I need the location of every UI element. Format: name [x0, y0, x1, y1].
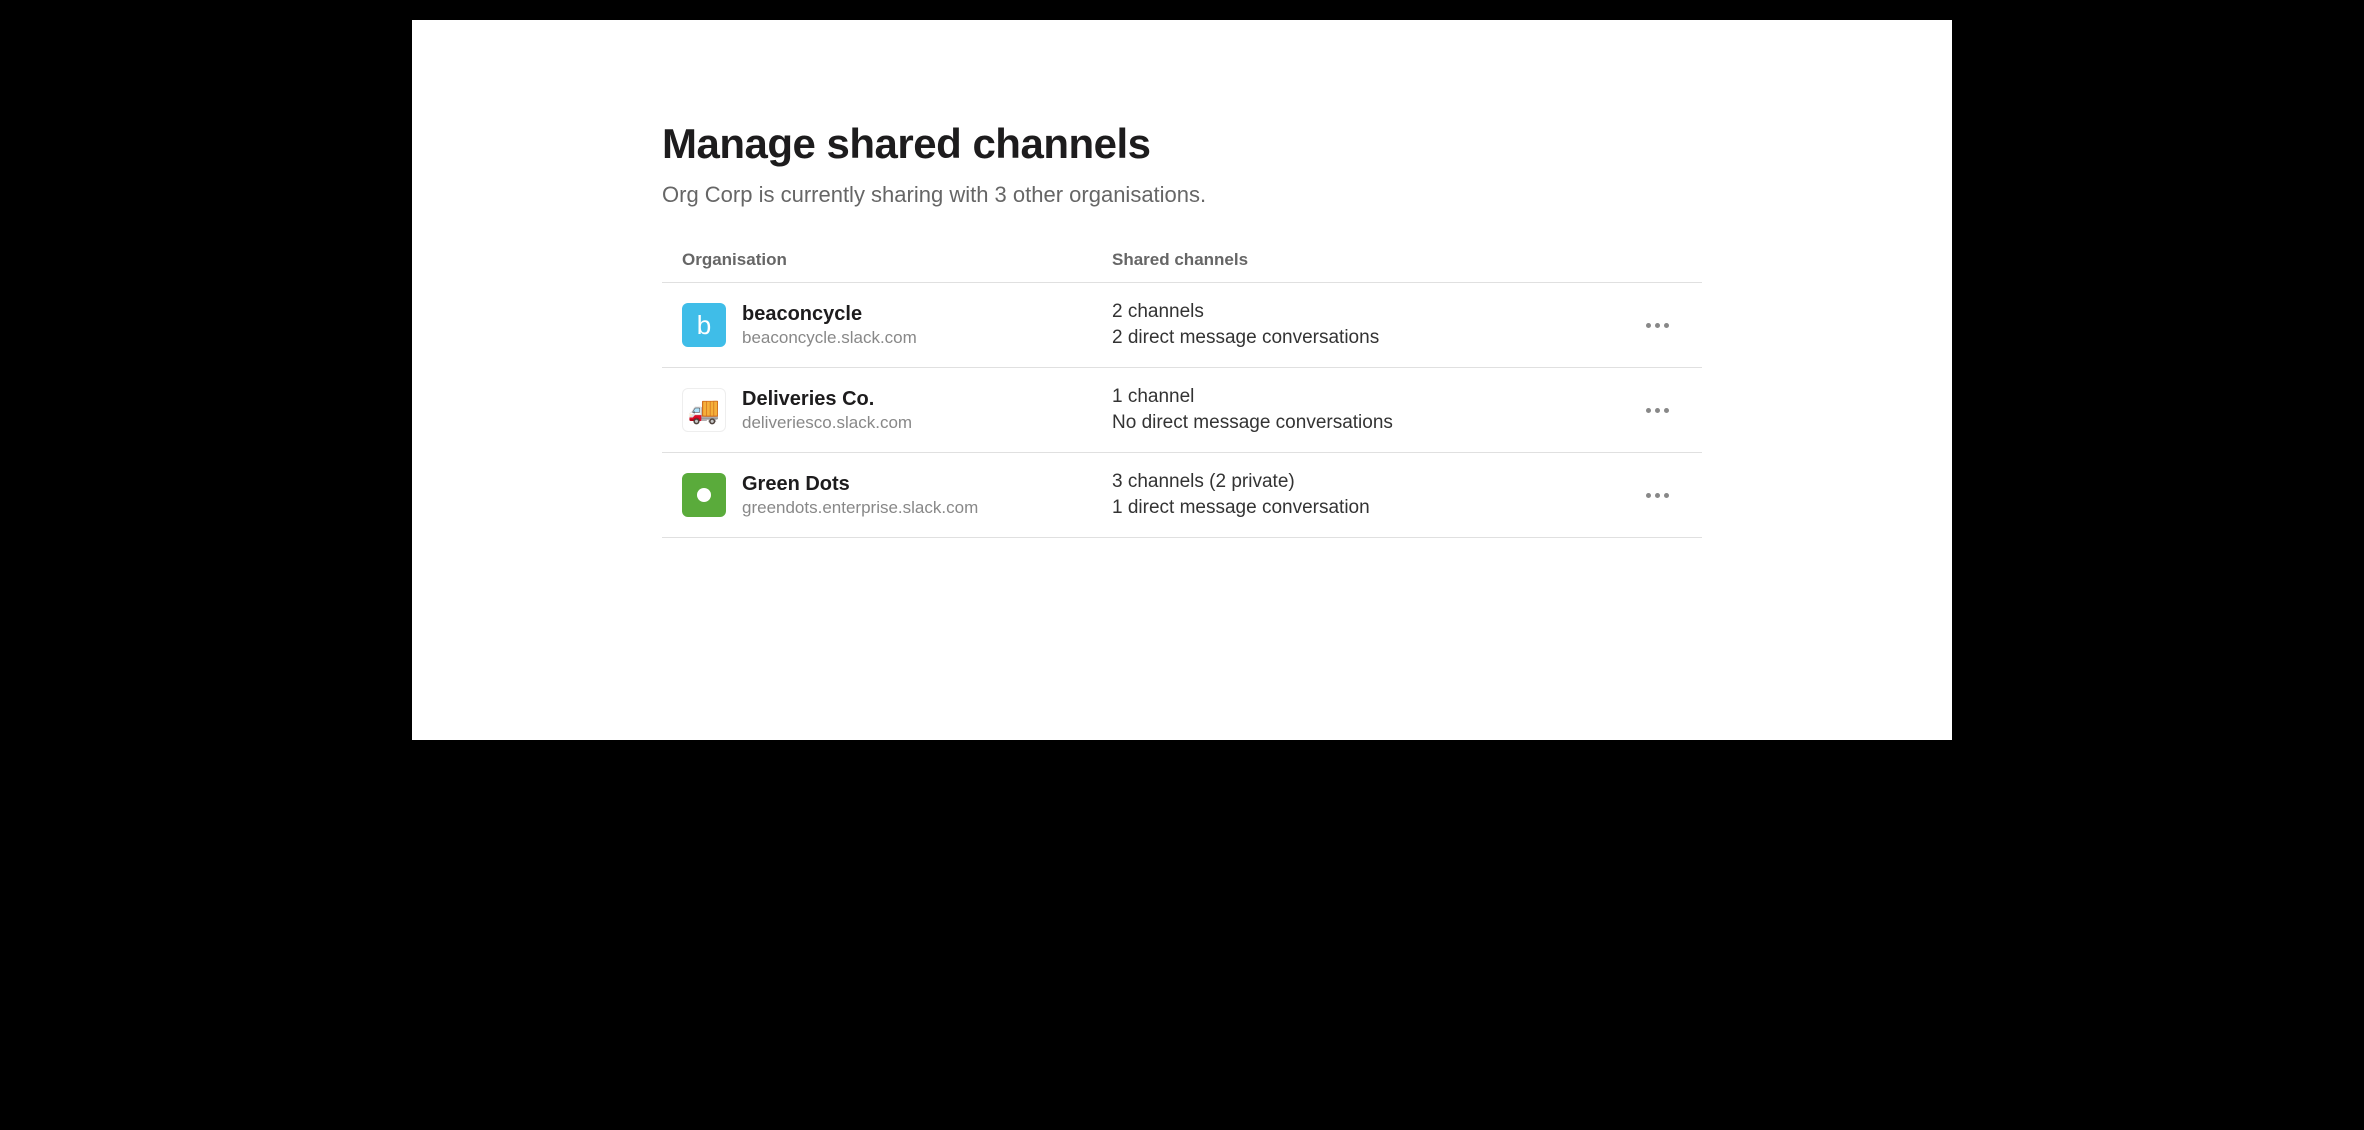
org-name: Green Dots	[742, 473, 978, 496]
more-actions-button[interactable]	[1640, 317, 1675, 334]
org-info: Green Dots greendots.enterprise.slack.co…	[742, 473, 978, 518]
org-name: beaconcycle	[742, 303, 917, 326]
org-avatar-letter: b	[682, 303, 726, 347]
table-row: 🚚 Deliveries Co. deliveriesco.slack.com …	[662, 368, 1702, 453]
page-subtitle: Org Corp is currently sharing with 3 oth…	[662, 182, 1702, 208]
shared-cell: 2 channels 2 direct message conversation…	[1112, 301, 1632, 349]
truck-icon: 🚚	[688, 397, 720, 423]
page-title: Manage shared channels	[662, 120, 1702, 168]
shared-channels-count: 2 channels	[1112, 301, 1632, 323]
org-domain: greendots.enterprise.slack.com	[742, 498, 978, 518]
table-row: Green Dots greendots.enterprise.slack.co…	[662, 453, 1702, 538]
column-header-organisation: Organisation	[682, 250, 1112, 270]
org-domain: deliveriesco.slack.com	[742, 413, 912, 433]
org-info: beaconcycle beaconcycle.slack.com	[742, 303, 917, 348]
org-avatar-emoji: 🚚	[682, 388, 726, 432]
shared-cell: 1 channel No direct message conversation…	[1112, 386, 1632, 434]
org-avatar-dot	[682, 473, 726, 517]
shared-channels-count: 3 channels (2 private)	[1112, 471, 1632, 493]
table-row: b beaconcycle beaconcycle.slack.com 2 ch…	[662, 283, 1702, 368]
org-cell: b beaconcycle beaconcycle.slack.com	[682, 303, 1112, 348]
more-actions-button[interactable]	[1640, 402, 1675, 419]
shared-channels-count: 1 channel	[1112, 386, 1632, 408]
shared-dms-count: 1 direct message conversation	[1112, 497, 1632, 519]
shared-dms-count: 2 direct message conversations	[1112, 327, 1632, 349]
actions-cell	[1632, 402, 1682, 419]
settings-panel: Manage shared channels Org Corp is curre…	[412, 20, 1952, 740]
org-cell: 🚚 Deliveries Co. deliveriesco.slack.com	[682, 388, 1112, 433]
shared-dms-count: No direct message conversations	[1112, 412, 1632, 434]
org-domain: beaconcycle.slack.com	[742, 328, 917, 348]
more-actions-button[interactable]	[1640, 487, 1675, 504]
shared-cell: 3 channels (2 private) 1 direct message …	[1112, 471, 1632, 519]
org-cell: Green Dots greendots.enterprise.slack.co…	[682, 473, 1112, 518]
actions-cell	[1632, 317, 1682, 334]
org-info: Deliveries Co. deliveriesco.slack.com	[742, 388, 912, 433]
actions-cell	[1632, 487, 1682, 504]
column-header-shared-channels: Shared channels	[1112, 250, 1702, 270]
table-header: Organisation Shared channels	[662, 250, 1702, 283]
org-name: Deliveries Co.	[742, 388, 912, 411]
